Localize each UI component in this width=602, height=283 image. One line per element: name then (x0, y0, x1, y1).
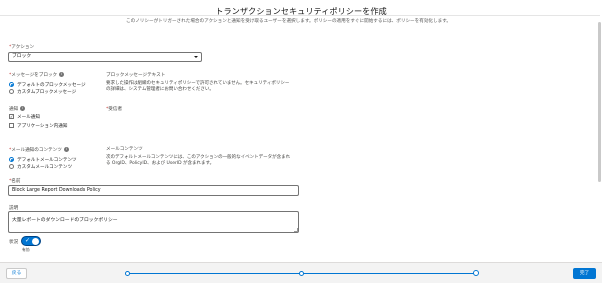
block-message-label: *メッセージをブロック i (9, 72, 65, 78)
radio-custom-block-message[interactable]: カスタムブロックメッセージ (9, 89, 76, 95)
name-input[interactable]: Block Large Report Downloads Policy (8, 185, 299, 196)
radio-custom-email-content[interactable]: カスタムメールコンテンツ (9, 164, 72, 170)
checkbox-email-notification[interactable]: ✓ メール通知 (9, 114, 40, 120)
notification-label: 通知 i (9, 106, 26, 112)
info-icon[interactable]: i (63, 147, 69, 152)
back-button[interactable]: 戻る (6, 268, 27, 279)
checkbox[interactable] (9, 123, 14, 128)
scrollbar[interactable] (598, 22, 601, 182)
radio-default-block-message[interactable]: デフォルトのブロックメッセージ (9, 82, 86, 88)
status-label: 状況 (9, 240, 19, 245)
radio-button[interactable] (9, 164, 14, 169)
email-content-text-label: メールコンテンツ (106, 147, 143, 152)
name-label: *名前 (9, 179, 21, 184)
progress-step-1 (125, 271, 130, 276)
info-icon[interactable]: i (20, 106, 26, 111)
action-label: *アクション (9, 45, 35, 50)
header-divider (0, 15, 600, 16)
description-value: 大量レポートのダウンロードのブロックポリシー (12, 218, 118, 223)
status-sublabel: 有効 (22, 247, 30, 252)
check-icon[interactable]: ✓ (9, 114, 14, 119)
radio-button[interactable] (9, 82, 14, 87)
action-select[interactable]: ブロック (8, 52, 202, 62)
toggle-knob (32, 238, 39, 245)
block-message-text-label: ブロックメッセージテキスト (106, 73, 166, 78)
action-select-value: ブロック (12, 54, 32, 59)
progress-step-3 (473, 270, 479, 276)
email-content-label: *メール通知のコンテンツ i (9, 147, 69, 153)
checkbox-in-app-notification[interactable]: アプリケーション内通知 (9, 123, 67, 129)
resize-handle-icon[interactable] (294, 228, 298, 232)
done-button[interactable]: 完了 (573, 268, 596, 279)
radio-button[interactable] (9, 157, 14, 162)
recipient-label: *受信者 (106, 107, 123, 112)
status-toggle[interactable]: ✓ (21, 236, 41, 246)
truncated-description: このノリシーがトリガーされた場合のアクションと通知を受け取るユーザーを選択します… (126, 19, 451, 24)
progress-step-2 (299, 271, 304, 276)
radio-default-email-content[interactable]: デフォルトメールコンテンツ (9, 157, 77, 163)
radio-button[interactable] (9, 89, 14, 94)
email-content-text-line-2: る OrgID、PolicyID、および UserID が含まれます。 (106, 161, 215, 166)
block-message-text-line-2: の詳細は、システム管理者にお問い合わせください。 (106, 87, 214, 92)
check-icon: ✓ (25, 237, 31, 244)
description-textarea[interactable]: 大量レポートのダウンロードのブロックポリシー (8, 211, 299, 233)
chevron-down-icon (194, 56, 198, 58)
info-icon[interactable]: i (59, 72, 65, 77)
